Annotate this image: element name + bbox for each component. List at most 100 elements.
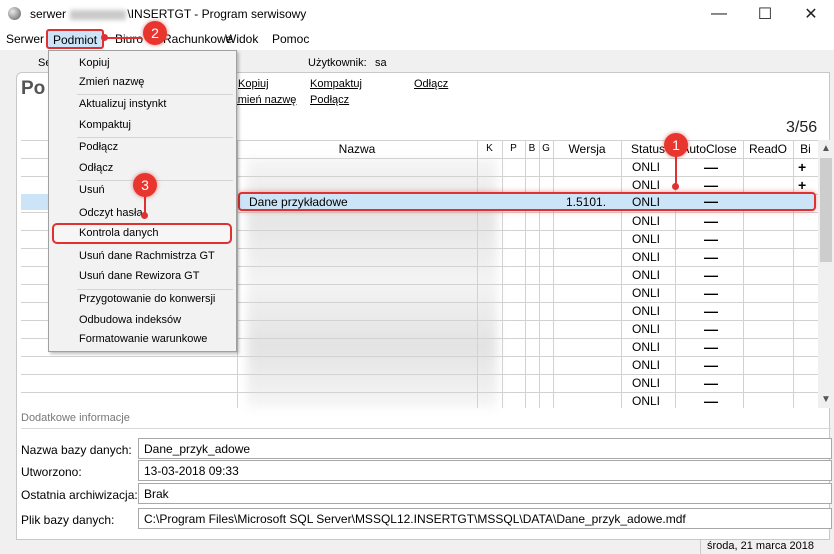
autoclose-cell: — bbox=[704, 393, 718, 409]
link-zmien-nazwe[interactable]: Zmień nazwę bbox=[231, 94, 296, 106]
grid-line bbox=[621, 140, 622, 408]
title-server-label: serwer bbox=[30, 7, 67, 21]
menu-item-usun-dane-rachmistrza[interactable]: Usuń dane Rachmistrza GT bbox=[79, 250, 215, 262]
column-header-readonly[interactable]: ReadO bbox=[743, 140, 793, 158]
callout-3-dot bbox=[141, 212, 148, 219]
grid-line bbox=[793, 140, 794, 408]
grid-line bbox=[21, 356, 818, 357]
grid-line bbox=[743, 140, 744, 408]
field-label-db-file: Plik bazy danych: bbox=[21, 513, 115, 527]
menu-item-kopiuj[interactable]: Kopiuj bbox=[79, 57, 110, 69]
close-button[interactable]: ✕ bbox=[788, 0, 834, 28]
menu-separator bbox=[77, 137, 233, 138]
callout-2-dot bbox=[101, 34, 108, 41]
column-header-k[interactable]: K bbox=[477, 140, 502, 158]
status-cell: ONLI bbox=[632, 376, 661, 390]
column-header-p[interactable]: P bbox=[502, 140, 525, 158]
grid-line bbox=[502, 140, 503, 408]
menu-widok[interactable]: Widok bbox=[225, 32, 258, 46]
autoclose-cell: — bbox=[704, 213, 718, 229]
scroll-up-icon[interactable]: ▲ bbox=[821, 143, 831, 154]
menu-bar: Serwer Podmiot Biuro Rachunkowe Widok Po… bbox=[0, 28, 834, 50]
grid-line bbox=[21, 374, 818, 375]
minimize-button[interactable]: — bbox=[696, 0, 742, 28]
menu-item-zmien-nazwe[interactable]: Zmień nazwę bbox=[79, 76, 144, 88]
callout-badge-3: 3 bbox=[133, 173, 157, 197]
last-archive-field[interactable]: Brak bbox=[138, 483, 832, 504]
callout-1-connector bbox=[675, 157, 677, 185]
autoclose-cell: — bbox=[704, 267, 718, 283]
status-cell: ONLI bbox=[632, 214, 661, 228]
menu-rachunkowe[interactable]: Rachunkowe bbox=[163, 32, 232, 46]
menu-item-kontrola-danych[interactable]: Kontrola danych bbox=[79, 227, 159, 239]
menu-item-odbudowa-indeksow[interactable]: Odbudowa indeksów bbox=[79, 314, 181, 326]
autoclose-cell: — bbox=[704, 303, 718, 319]
autoclose-cell: — bbox=[704, 321, 718, 337]
link-kompaktuj[interactable]: Kompaktuj bbox=[310, 78, 362, 90]
user-value: sa bbox=[375, 57, 387, 69]
selected-row-version: 1.5101. bbox=[566, 195, 607, 209]
scroll-down-icon[interactable]: ▼ bbox=[821, 394, 831, 405]
menu-item-usun-dane-rewizora[interactable]: Usuń dane Rewizora GT bbox=[79, 270, 199, 282]
window-title: serwer \INSERTGT - Program serwisowy bbox=[30, 7, 306, 21]
column-header-wersja[interactable]: Wersja bbox=[553, 140, 621, 158]
menu-item-aktualizuj-instynkt[interactable]: Aktualizuj instynkt bbox=[79, 98, 166, 110]
status-cell: ONLI bbox=[632, 358, 661, 372]
selected-row-status: ONLI bbox=[632, 195, 661, 209]
grid-line bbox=[539, 140, 540, 408]
grid-line bbox=[237, 140, 238, 408]
column-header-nazwa[interactable]: Nazwa bbox=[237, 140, 477, 158]
grid-line bbox=[477, 140, 478, 408]
title-suffix: \INSERTGT - Program serwisowy bbox=[127, 7, 307, 21]
menu-podmiot[interactable]: Podmiot bbox=[46, 29, 105, 49]
podmiot-dropdown-menu: Kopiuj Zmień nazwę Aktualizuj instynkt K… bbox=[48, 50, 237, 352]
menu-item-odczyt-hasla[interactable]: Odczyt hasła bbox=[79, 207, 143, 219]
menu-separator bbox=[77, 94, 233, 95]
scroll-thumb[interactable] bbox=[820, 158, 832, 262]
callout-badge-2: 2 bbox=[143, 21, 167, 45]
menu-pomoc[interactable]: Pomoc bbox=[272, 32, 309, 46]
link-podlacz[interactable]: Podłącz bbox=[310, 94, 349, 106]
db-name-field[interactable]: Dane_przyk_adowe bbox=[138, 438, 832, 459]
created-field[interactable]: 13-03-2018 09:33 bbox=[138, 460, 832, 481]
title-bar: serwer \INSERTGT - Program serwisowy — ☐… bbox=[0, 0, 834, 28]
callout-2-connector bbox=[104, 37, 142, 39]
autoclose-cell: — bbox=[704, 249, 718, 265]
extra-info-title: Dodatkowe informacje bbox=[21, 412, 130, 424]
link-kopiuj[interactable]: Kopiuj bbox=[238, 78, 269, 90]
column-header-b[interactable]: B bbox=[525, 140, 539, 158]
record-counter: 3/56 bbox=[786, 119, 818, 136]
menu-biuro[interactable]: Biuro bbox=[115, 32, 143, 46]
field-label-created: Utworzono: bbox=[21, 465, 82, 479]
status-cell: ONLI bbox=[632, 232, 661, 246]
autoclose-cell: — bbox=[704, 339, 718, 355]
user-label: Użytkownik: bbox=[308, 57, 367, 69]
column-header-bi[interactable]: Bi bbox=[793, 140, 818, 158]
section-heading: Po bbox=[21, 78, 46, 99]
selected-row-dane-przykladowe[interactable]: Dane przykładowe 1.5101. ONLI — bbox=[238, 192, 816, 211]
menu-item-formatowanie-warunkowe[interactable]: Formatowanie warunkowe bbox=[79, 333, 207, 345]
menu-serwer[interactable]: Serwer bbox=[6, 32, 44, 46]
menu-item-przygotowanie-konwersji[interactable]: Przygotowanie do konwersji bbox=[79, 293, 215, 305]
db-file-field[interactable]: C:\Program Files\Microsoft SQL Server\MS… bbox=[138, 508, 832, 529]
grid-line bbox=[553, 140, 554, 408]
maximize-button[interactable]: ☐ bbox=[742, 0, 788, 28]
menu-item-usun[interactable]: Usuń bbox=[79, 184, 105, 196]
status-cell: ONLI bbox=[632, 304, 661, 318]
grid-scrollbar[interactable]: ▲ ▼ bbox=[818, 140, 834, 408]
status-cell: ONLI bbox=[632, 340, 661, 354]
redacted-server-name bbox=[70, 9, 127, 20]
link-odlacz[interactable]: Odłącz bbox=[414, 78, 448, 90]
autoclose-cell: — bbox=[704, 231, 718, 247]
selected-row-autoclose: — bbox=[704, 193, 718, 209]
extra-info-divider bbox=[21, 428, 831, 429]
menu-item-odlacz[interactable]: Odłącz bbox=[79, 162, 113, 174]
field-label-db-name: Nazwa bazy danych: bbox=[21, 443, 132, 457]
menu-item-podlacz[interactable]: Podłącz bbox=[79, 141, 118, 153]
column-header-g[interactable]: G bbox=[539, 140, 553, 158]
status-cell: ONLI bbox=[632, 268, 661, 282]
autoclose-cell: — bbox=[704, 285, 718, 301]
status-cell: ONLI bbox=[632, 286, 661, 300]
menu-item-kompaktuj[interactable]: Kompaktuj bbox=[79, 119, 131, 131]
callout-badge-1: 1 bbox=[664, 133, 688, 157]
